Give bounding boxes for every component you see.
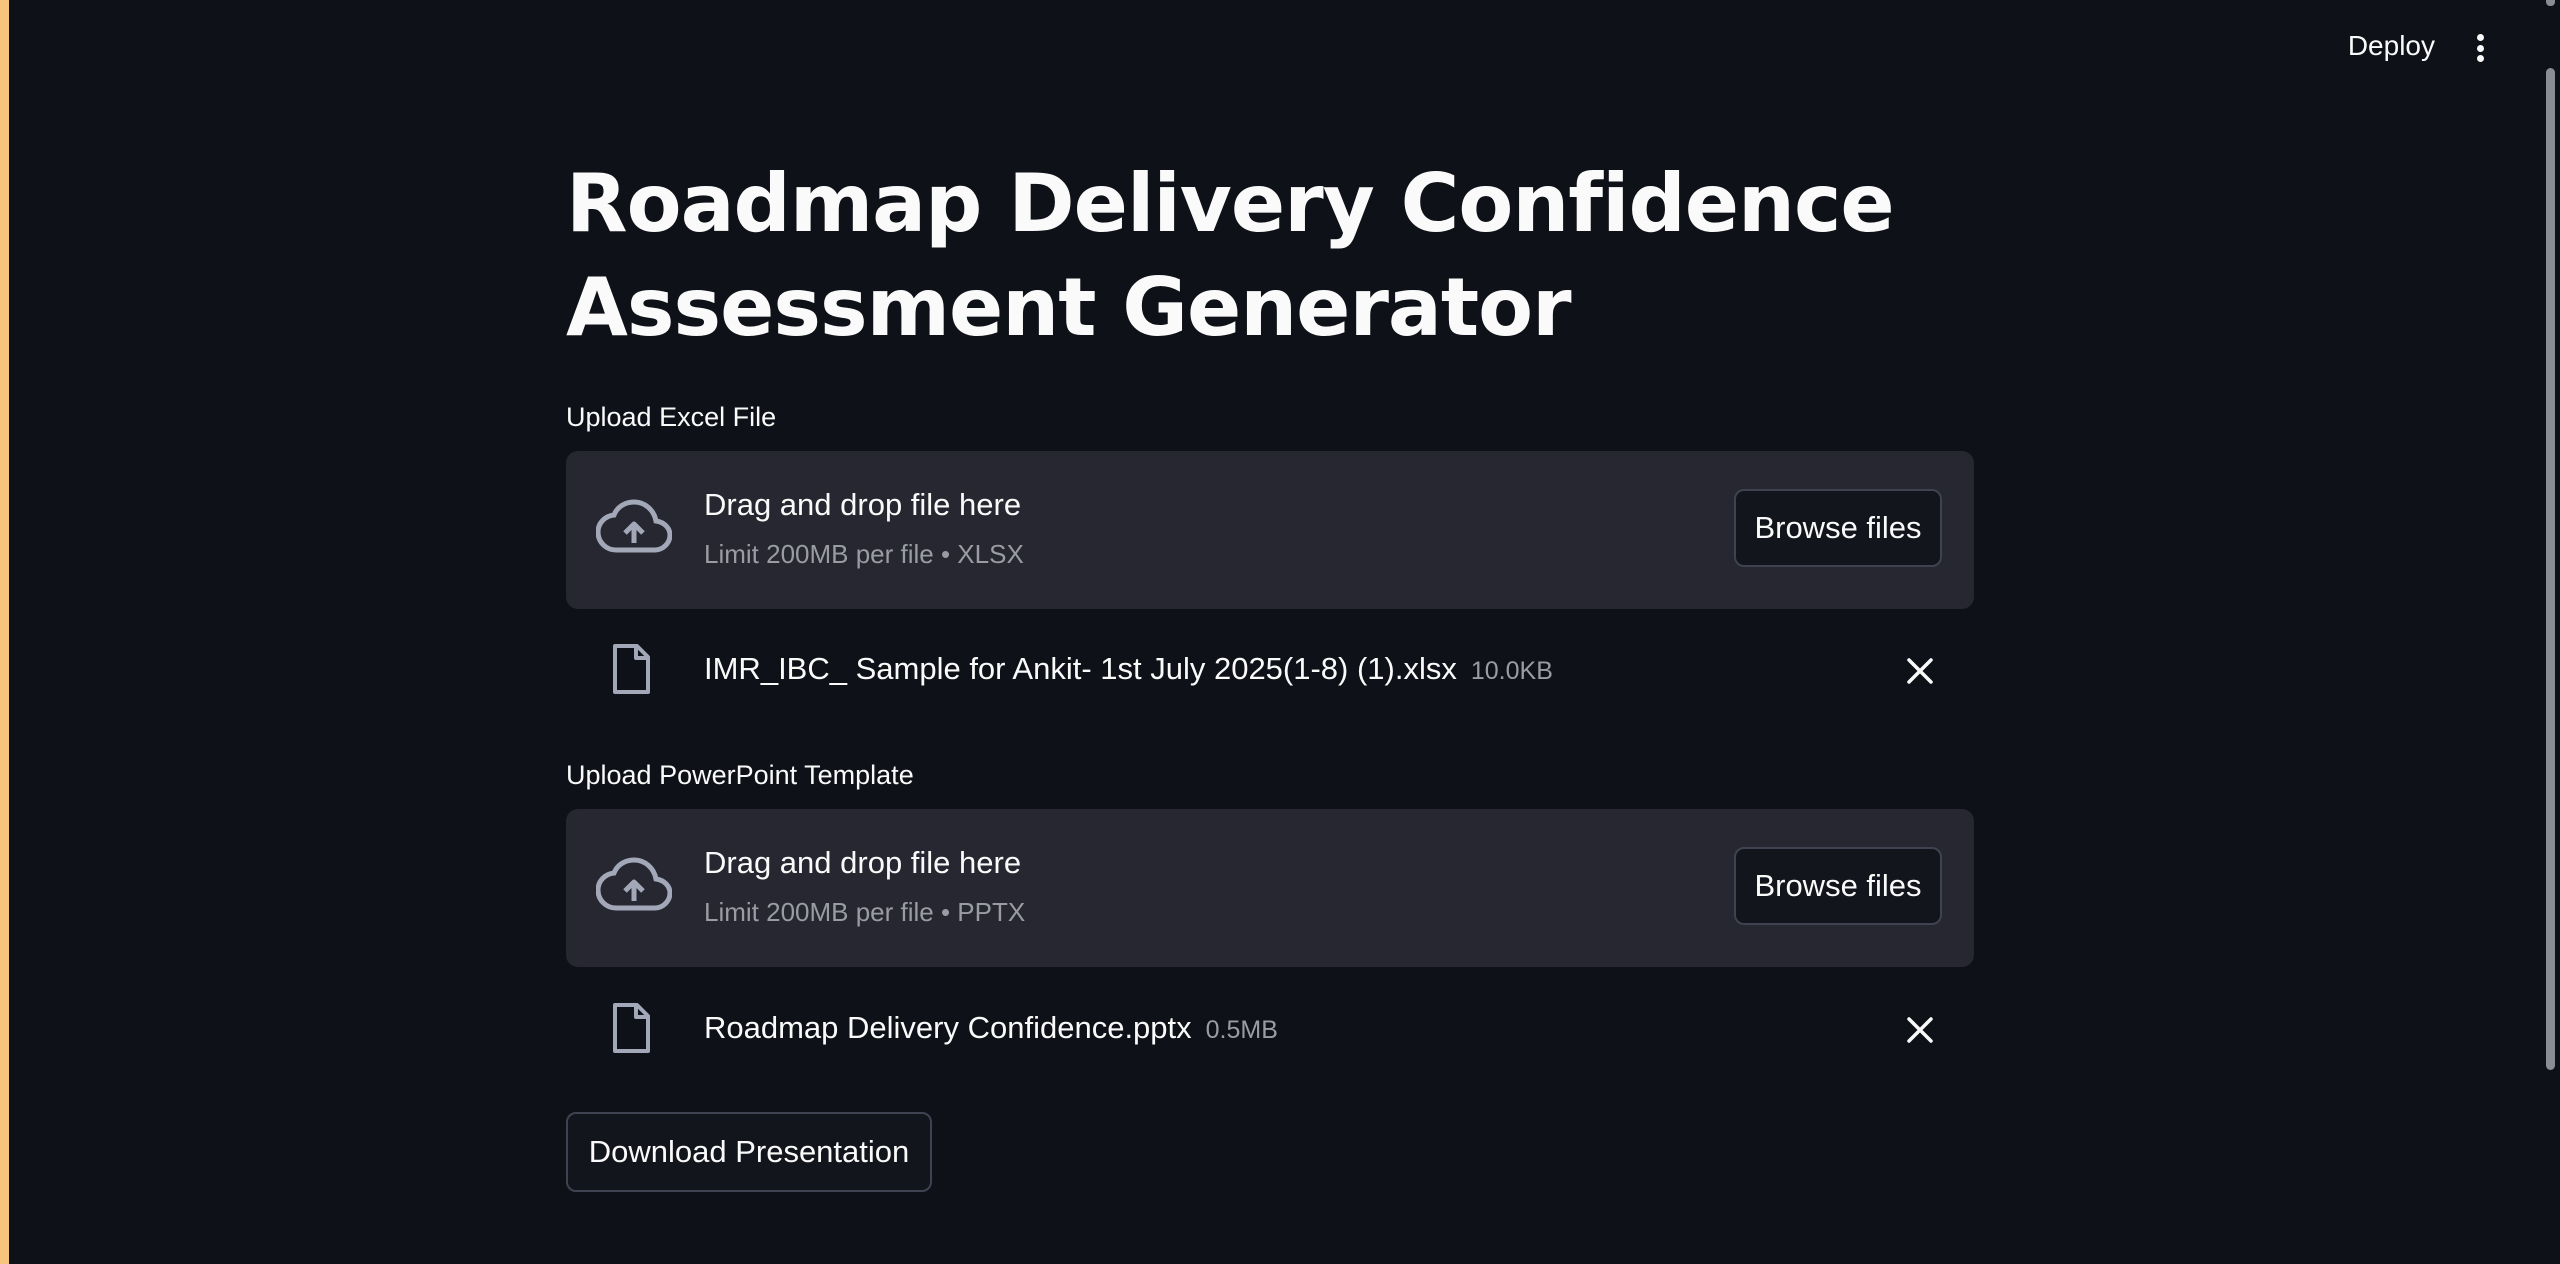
pptx-file-name: Roadmap Delivery Confidence.pptx [704,1010,1192,1045]
cloud-upload-icon [596,499,672,553]
excel-dropzone-limit: Limit 200MB per file • XLSX [704,539,1024,569]
file-icon [613,1003,650,1053]
pptx-file-size: 0.5MB [1205,1016,1278,1044]
remove-excel-file-close-icon[interactable] [1906,657,1934,685]
pptx-uploaded-file-row: Roadmap Delivery Confidence.pptx 0.5MB [566,992,1974,1068]
scrollbar-top-tick [2546,0,2555,6]
excel-file-name-wrap: IMR_IBC_ Sample for Ankit- 1st July 2025… [704,651,1553,687]
excel-dropzone[interactable]: Drag and drop file here Limit 200MB per … [566,451,1974,609]
download-presentation-button[interactable]: Download Presentation [566,1112,932,1192]
excel-file-size: 10.0KB [1470,657,1553,685]
pptx-dropzone[interactable]: Drag and drop file here Limit 200MB per … [566,809,1974,967]
scrollbar-thumb[interactable] [2546,68,2555,1070]
kebab-menu-icon[interactable] [2468,30,2492,66]
remove-pptx-file-close-icon[interactable] [1906,1016,1934,1044]
excel-upload-label: Upload Excel File [566,402,777,432]
window-left-edge [0,0,9,1264]
pptx-dropzone-limit: Limit 200MB per file • PPTX [704,897,1026,927]
excel-uploaded-file-row: IMR_IBC_ Sample for Ankit- 1st July 2025… [566,633,1974,709]
excel-dropzone-title: Drag and drop file here [704,487,1022,522]
scrollbar[interactable] [2540,0,2560,1264]
pptx-browse-files-button[interactable]: Browse files [1734,847,1942,925]
cloud-upload-icon [596,857,672,911]
app-header: Deploy [9,0,2540,96]
pptx-dropzone-title: Drag and drop file here [704,845,1022,880]
file-icon [613,644,650,694]
page-title: Roadmap Delivery Confidence Assessment G… [566,157,1895,354]
excel-file-name: IMR_IBC_ Sample for Ankit- 1st July 2025… [704,651,1457,686]
deploy-button[interactable]: Deploy [2348,30,2435,62]
pptx-upload-label: Upload PowerPoint Template [566,760,914,790]
excel-browse-files-button[interactable]: Browse files [1734,489,1942,567]
pptx-file-name-wrap: Roadmap Delivery Confidence.pptx 0.5MB [704,1010,1278,1046]
